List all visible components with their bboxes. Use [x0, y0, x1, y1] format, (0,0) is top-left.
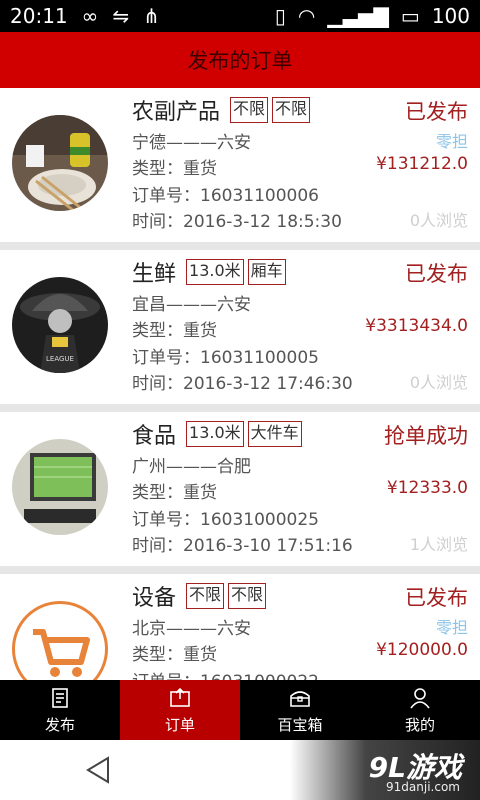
order-status: 已发布	[405, 586, 468, 610]
svg-text:LEAGUE: LEAGUE	[46, 355, 74, 363]
status-time: 20:11	[10, 4, 68, 28]
order-title: 食品	[132, 424, 177, 449]
order-icon	[170, 687, 190, 707]
order-time: 时间：2016-3-12 18:5:30	[132, 212, 342, 232]
tab-label: 发布	[44, 715, 75, 734]
tab-treasure-box[interactable]: 百宝箱	[240, 680, 360, 740]
order-title-row: 生鲜 13.0米 厢车	[132, 256, 286, 288]
battery-level: 100	[431, 4, 470, 28]
tab-label: 我的	[404, 715, 435, 734]
order-list[interactable]: 农副产品 不限 不限 已发布 宁德———六安 零担 类型：重货 ¥131212.…	[0, 88, 480, 680]
order-status: 抢单成功	[384, 424, 468, 448]
order-tag: 不限	[230, 97, 269, 123]
order-cargo-type: 类型：重货	[132, 159, 217, 179]
user-icon	[410, 687, 430, 708]
status-bar: 20:11 ∞ ⇋ ⋔ ▯ ◠ ▁▃▅▇ ▭ 100	[0, 0, 480, 32]
order-views: 1人浏览	[409, 535, 468, 554]
order-tag: 13.0米	[186, 259, 244, 285]
order-mode: 零担	[435, 132, 468, 151]
order-cargo-type: 类型：重货	[132, 483, 217, 503]
order-tag: 不限	[228, 583, 267, 609]
order-price: ¥3313434.0	[365, 316, 468, 336]
order-mode: 零担	[435, 618, 468, 637]
back-icon[interactable]	[84, 754, 114, 786]
order-title: 农副产品	[132, 100, 221, 125]
vibrate-icon: ▯	[274, 4, 286, 28]
tab-label: 订单	[164, 715, 195, 734]
order-image-monitor	[12, 439, 108, 535]
order-image-game-character: LEAGUE	[12, 277, 108, 373]
order-route: 广州———合肥	[132, 457, 251, 477]
order-cargo-type: 类型：重货	[132, 645, 217, 665]
share-icon: ⋔	[143, 4, 160, 28]
order-views: 0人浏览	[409, 211, 468, 230]
order-tag: 厢车	[247, 259, 286, 285]
bottom-tab-bar: 发布 订单 百宝箱 我的	[0, 680, 480, 740]
order-card[interactable]: 设备 不限 不限 已发布 北京———六安 零担 类型：重货 ¥120000.0 …	[0, 574, 480, 680]
order-number: 订单号：16031100005	[132, 348, 319, 368]
order-time: 时间：2016-3-12 17:46:30	[132, 374, 353, 394]
treasure-box-icon	[290, 690, 310, 707]
order-card[interactable]: LEAGUE 生鲜 13.0米 厢车 已发布 宜昌———六安 类型：重货 ¥33…	[0, 250, 480, 404]
order-status: 已发布	[405, 262, 468, 286]
order-title: 生鲜	[132, 262, 177, 287]
order-time: 时间：2016-3-10 17:51:16	[132, 536, 353, 556]
order-price: ¥131212.0	[376, 154, 468, 174]
order-cargo-type: 类型：重货	[132, 321, 217, 341]
header-bar: 发布的订单	[0, 32, 480, 88]
infinity-icon: ∞	[81, 4, 99, 28]
order-views: 0人浏览	[409, 373, 468, 392]
tab-publish[interactable]: 发布	[0, 680, 120, 740]
publish-icon	[52, 687, 68, 708]
wifi-icon: ◠	[297, 4, 316, 28]
order-route: 宁德———六安	[132, 133, 251, 153]
order-tag: 13.0米	[186, 421, 244, 447]
battery-icon: ▭	[400, 4, 420, 28]
page-title: 发布的订单	[187, 49, 293, 73]
order-tag: 不限	[186, 583, 225, 609]
order-card[interactable]: 农副产品 不限 不限 已发布 宁德———六安 零担 类型：重货 ¥131212.…	[0, 88, 480, 242]
order-title-row: 农副产品 不限 不限	[132, 94, 311, 126]
order-title: 设备	[132, 586, 177, 611]
watermark-url: 91danji.com	[386, 780, 460, 794]
tab-mine[interactable]: 我的	[360, 680, 480, 740]
signal-icon: ▁▃▅▇	[327, 4, 389, 28]
order-status: 已发布	[405, 100, 468, 124]
tab-orders[interactable]: 订单	[120, 680, 240, 740]
order-image-food	[12, 115, 108, 211]
tab-label: 百宝箱	[277, 715, 323, 734]
order-number: 订单号：16031100006	[132, 186, 319, 206]
order-number: 订单号：16031000022	[132, 667, 319, 680]
order-tag: 大件车	[247, 421, 302, 447]
order-number: 订单号：16031000025	[132, 510, 319, 530]
order-route: 宜昌———六安	[132, 295, 251, 315]
order-route: 北京———六安	[132, 619, 251, 639]
order-tag: 不限	[272, 97, 311, 123]
watermark: 9L游戏 91danji.com	[290, 740, 480, 800]
order-price: ¥120000.0	[376, 640, 468, 660]
order-title-row: 设备 不限 不限	[132, 580, 267, 612]
order-title-row: 食品 13.0米 大件车	[132, 418, 302, 450]
usb-icon: ⇋	[112, 4, 130, 28]
order-card[interactable]: 食品 13.0米 大件车 抢单成功 广州———合肥 类型：重货 ¥12333.0…	[0, 412, 480, 566]
order-price: ¥12333.0	[386, 478, 468, 498]
cart-icon	[12, 601, 108, 680]
